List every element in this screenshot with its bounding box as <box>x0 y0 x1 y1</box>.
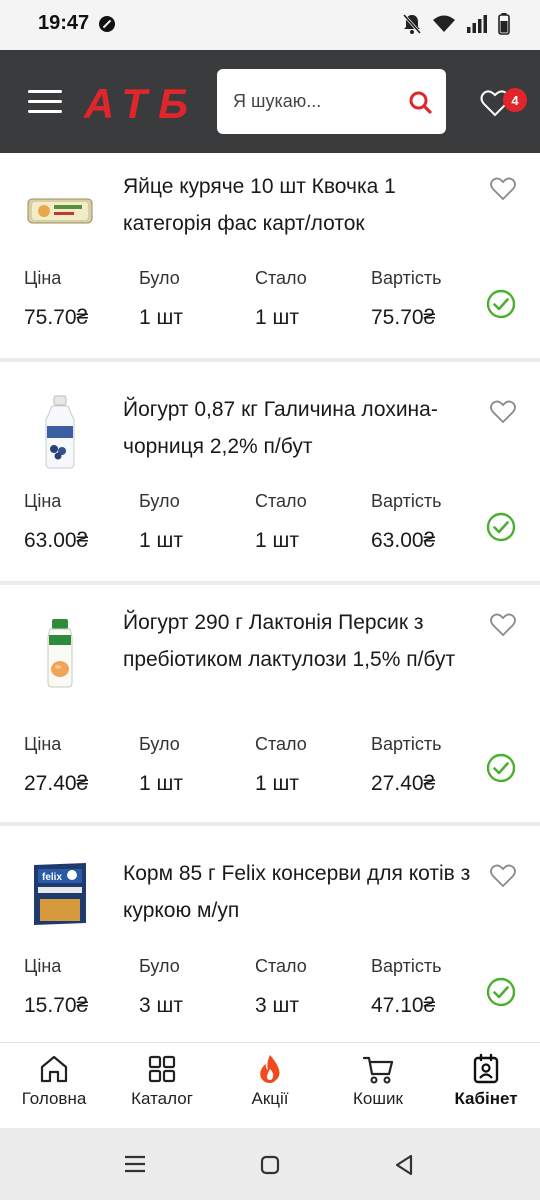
was-label: Було <box>139 491 180 511</box>
price-value: 63.00₴ <box>24 529 89 552</box>
product-list: Яйце куряче 10 шт Квочка 1 категорія фас… <box>0 153 540 1042</box>
nav-label: Кабінет <box>454 1089 518 1108</box>
svg-text:felix: felix <box>42 872 62 883</box>
now-label: Стало <box>255 734 307 754</box>
home-icon <box>40 1055 68 1083</box>
now-label: Стало <box>255 491 307 511</box>
system-nav-bar <box>0 1128 540 1200</box>
product-image-yogurt-galychyna <box>24 390 96 474</box>
fire-icon <box>260 1055 280 1083</box>
price-value: 27.40₴ <box>24 772 89 795</box>
home-button-icon[interactable] <box>260 1155 280 1175</box>
favorite-heart-icon[interactable] <box>490 613 516 637</box>
nav-catalog[interactable]: Каталог <box>108 1043 216 1129</box>
nav-promotions[interactable]: Акції <box>216 1043 324 1129</box>
status-bar: 19:47 <box>0 0 540 50</box>
check-circle-icon[interactable] <box>486 977 516 1007</box>
data-saver-icon <box>99 16 115 32</box>
check-circle-icon[interactable] <box>486 289 516 319</box>
wifi-icon <box>433 15 455 32</box>
profile-icon <box>473 1053 499 1084</box>
back-icon[interactable] <box>394 1154 414 1176</box>
status-icons <box>402 13 510 35</box>
search-icon[interactable] <box>408 90 432 114</box>
product-card[interactable]: Яйце куряче 10 шт Квочка 1 категорія фас… <box>0 153 540 358</box>
total-label: Вартість <box>371 268 442 288</box>
total-value: 27.40₴ <box>371 772 436 795</box>
total-value: 63.00₴ <box>371 529 436 552</box>
price-label: Ціна <box>24 268 62 288</box>
favorite-heart-icon[interactable] <box>490 400 516 424</box>
favorite-heart-icon[interactable] <box>490 177 516 201</box>
was-value: 1 шт <box>139 529 183 552</box>
favorites-count-badge: 4 <box>503 88 527 112</box>
favorite-heart-icon[interactable] <box>490 864 516 888</box>
total-value: 75.70₴ <box>371 306 436 329</box>
recent-apps-icon[interactable] <box>124 1155 146 1173</box>
product-title[interactable]: Йогурт 0,87 кг Галичина лохина-чорниця 2… <box>123 391 478 465</box>
product-card[interactable]: Йогурт 290 г Лактонія Персик з пребіотик… <box>0 585 540 822</box>
price-value: 75.70₴ <box>24 306 89 329</box>
now-value: 1 шт <box>255 529 299 552</box>
nav-label: Каталог <box>131 1089 193 1108</box>
nav-home[interactable]: Головна <box>0 1043 108 1129</box>
product-image-eggs <box>24 175 96 247</box>
now-label: Стало <box>255 268 307 288</box>
now-label: Стало <box>255 956 307 976</box>
search-input[interactable] <box>233 69 403 134</box>
status-time: 19:47 <box>38 12 90 34</box>
menu-icon[interactable] <box>28 90 62 114</box>
nav-label: Акції <box>251 1089 289 1108</box>
was-label: Було <box>139 268 180 288</box>
product-image-felix: felix <box>24 854 96 934</box>
grid-icon <box>148 1055 176 1083</box>
product-title[interactable]: Йогурт 290 г Лактонія Персик з пребіотик… <box>123 604 478 678</box>
total-value: 47.10₴ <box>371 994 436 1017</box>
svg-text:АТБ: АТБ <box>83 80 188 124</box>
product-image-yogurt-laktonia <box>24 611 96 695</box>
mute-bell-icon <box>402 14 422 34</box>
price-value: 15.70₴ <box>24 994 89 1017</box>
total-label: Вартість <box>371 956 442 976</box>
signal-icon <box>467 15 487 33</box>
check-circle-icon[interactable] <box>486 753 516 783</box>
total-label: Вартість <box>371 491 442 511</box>
price-label: Ціна <box>24 956 62 976</box>
total-label: Вартість <box>371 734 442 754</box>
cart-icon <box>362 1056 394 1084</box>
atb-logo[interactable]: АТБ <box>82 80 192 124</box>
battery-icon <box>498 13 510 35</box>
was-value: 1 шт <box>139 306 183 329</box>
nav-cart[interactable]: Кошик <box>324 1043 432 1129</box>
was-label: Було <box>139 956 180 976</box>
check-circle-icon[interactable] <box>486 512 516 542</box>
now-value: 3 шт <box>255 994 299 1017</box>
product-title[interactable]: Корм 85 г Felix консерви для котів з кур… <box>123 855 478 929</box>
nav-label: Кошик <box>353 1089 403 1108</box>
bottom-nav: Головна Каталог Акції Кошик Кабінет <box>0 1042 540 1128</box>
nav-profile[interactable]: Кабінет <box>432 1043 540 1129</box>
search-box[interactable] <box>217 69 446 134</box>
product-title[interactable]: Яйце куряче 10 шт Квочка 1 категорія фас… <box>123 168 478 242</box>
now-value: 1 шт <box>255 306 299 329</box>
price-label: Ціна <box>24 734 62 754</box>
was-value: 1 шт <box>139 772 183 795</box>
was-value: 3 шт <box>139 994 183 1017</box>
product-card[interactable]: felix Корм 85 г Felix консерви для котів… <box>0 826 540 1042</box>
product-card[interactable]: Йогурт 0,87 кг Галичина лохина-чорниця 2… <box>0 362 540 581</box>
was-label: Було <box>139 734 180 754</box>
app-header: АТБ 4 <box>0 50 540 153</box>
price-label: Ціна <box>24 491 62 511</box>
now-value: 1 шт <box>255 772 299 795</box>
nav-label: Головна <box>21 1089 87 1108</box>
